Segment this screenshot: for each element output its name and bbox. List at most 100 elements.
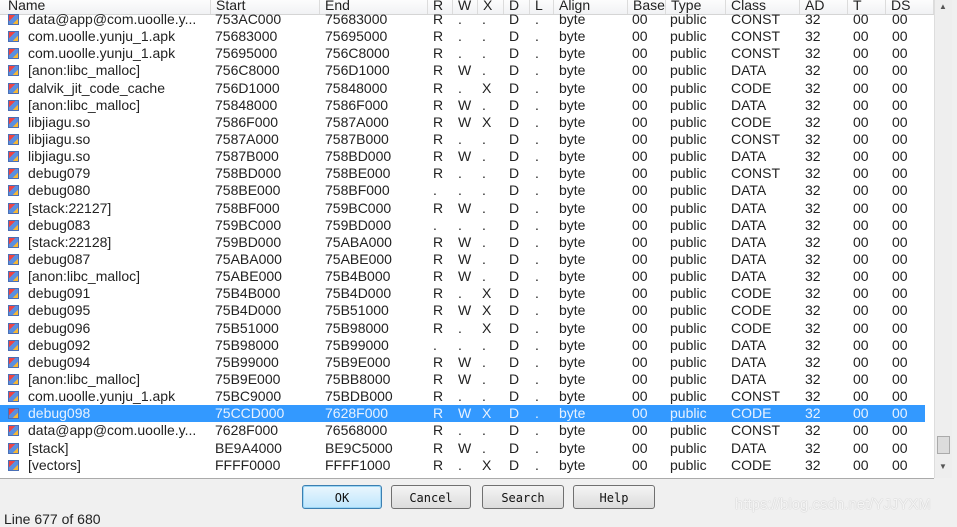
table-row[interactable]: [anon:libc_malloc] 75848000 7586F000 R W. D. b… (0, 97, 934, 114)
cell-x: . (482, 370, 486, 387)
scroll-down-icon[interactable]: ▼ (939, 462, 947, 471)
segment-icon (8, 48, 19, 60)
cell-ad: 32 (805, 233, 821, 250)
cell-d: D (509, 405, 520, 422)
cell-class: DATA (731, 370, 767, 387)
segment-icon (8, 99, 19, 111)
cell-t: 00 (853, 199, 869, 216)
cell-align: byte (559, 319, 586, 336)
cell-type: public (670, 182, 707, 199)
cancel-button[interactable]: Cancel (391, 485, 471, 509)
cell-name: libjiagu.so (28, 113, 91, 130)
cell-start: 75B9E000 (215, 370, 281, 387)
ok-button[interactable]: OK (302, 485, 382, 509)
cell-l: . (535, 199, 539, 216)
cell-ad: 32 (805, 199, 821, 216)
segments-list[interactable]: Name Start End R W X D L Align Base Type Class AD T DS… (0, 0, 934, 479)
cell-class: DATA (731, 148, 767, 165)
cell-w: . (458, 165, 462, 182)
cell-base: 00 (632, 96, 648, 113)
table-row[interactable]: data@app@com.uoolle.y... 753AC000 75683000… (0, 11, 934, 28)
cell-base: 00 (632, 45, 648, 62)
table-row[interactable]: com.uoolle.yunju_1.apk 75683000 75695000 R.… (0, 28, 934, 45)
cell-x: . (482, 233, 486, 250)
cell-t: 00 (853, 405, 869, 422)
segment-icon (8, 133, 19, 145)
cell-ad: 32 (805, 336, 821, 353)
cell-start: FFFF0000 (215, 456, 281, 473)
table-row[interactable]: debug098 75CCD000 7628F000 R W X D. byte 00 publi… (0, 405, 925, 423)
table-row[interactable]: debug095 75B4D000 75B51000 R W X D. byte 00 publi… (0, 302, 934, 319)
table-row[interactable]: [stack] BE9A4000 BE9C5000 R W. D. byte 00 public… (0, 440, 934, 457)
table-row[interactable]: [stack:22127] 758BF000 759BC000 R W. D. byte 00… (0, 200, 934, 217)
cell-ad: 32 (805, 285, 821, 302)
cell-name: debug083 (28, 216, 91, 233)
table-row[interactable]: debug087 75ABA000 75ABE000 R W. D. byte 00 publi… (0, 251, 934, 268)
cell-ds: 00 (892, 199, 908, 216)
segment-icon (8, 271, 19, 283)
vertical-scrollbar[interactable]: ▲ ▼ (934, 0, 952, 478)
table-row[interactable]: debug079 758BD000 758BE000 R.. D. byte 00 publi… (0, 165, 934, 182)
help-button[interactable]: Help (573, 485, 655, 509)
cell-class: CODE (731, 302, 772, 319)
table-row[interactable]: libjiagu.so 7587A000 7587B000 R.. D. byte 00 pu… (0, 131, 934, 148)
table-row[interactable]: [stack:22128] 759BD000 75ABA000 R W. D. byte 00… (0, 234, 934, 251)
cell-base: 00 (632, 405, 648, 422)
cell-d: D (509, 353, 520, 370)
cell-t: 00 (853, 370, 869, 387)
cell-ds: 00 (892, 233, 908, 250)
table-row[interactable]: debug080 758BE000 758BF000... D. byte 00 publi… (0, 182, 934, 199)
cell-base: 00 (632, 302, 648, 319)
cell-t: 00 (853, 148, 869, 165)
search-button[interactable]: Search (482, 485, 564, 509)
table-row[interactable]: libjiagu.so 7587B000 758BD000 R W. D. byte 00 pu… (0, 148, 934, 165)
scrollbar-thumb[interactable] (937, 436, 950, 454)
table-row[interactable]: debug094 75B99000 75B9E000 R W. D. byte 00 publi… (0, 354, 934, 371)
table-row[interactable]: debug083 759BC000 759BD000... D. byte 00 publi… (0, 217, 934, 234)
cell-ad: 32 (805, 28, 821, 45)
cell-align: byte (559, 148, 586, 165)
cell-d: D (509, 336, 520, 353)
cell-end: 758BE000 (325, 165, 391, 182)
table-row[interactable]: libjiagu.so 7586F000 7587A000 R W X D. byte 00 pu… (0, 114, 934, 131)
cell-start: 75848000 (215, 96, 278, 113)
cell-w: . (458, 28, 462, 45)
cell-ad: 32 (805, 268, 821, 285)
cell-name: debug091 (28, 285, 91, 302)
cell-end: 75B98000 (325, 319, 389, 336)
table-row[interactable]: [vectors] FFFF0000 FFFF1000 R. X D. byte 00 publ… (0, 457, 934, 474)
cell-ds: 00 (892, 11, 908, 27)
table-row[interactable]: [anon:libc_malloc] 756C8000 756D1000 R W. D. b… (0, 62, 934, 79)
cell-ad: 32 (805, 422, 821, 439)
table-row[interactable]: debug096 75B51000 75B98000 R. X D. byte 00 publi… (0, 320, 934, 337)
table-row[interactable]: dalvik_jit_code_cache 756D1000 75848000 R. X… (0, 80, 934, 97)
cell-ds: 00 (892, 353, 908, 370)
table-row[interactable]: data@app@com.uoolle.y... 7628F000 76568000… (0, 422, 934, 439)
table-row[interactable]: [anon:libc_malloc] 75ABE000 75B4B000 R W. D. b… (0, 268, 934, 285)
table-row[interactable]: com.uoolle.yunju_1.apk 75BC9000 75BDB000 R.… (0, 388, 934, 405)
cell-name: [stack:22128] (28, 233, 112, 250)
cell-end: 75B9E000 (325, 353, 391, 370)
cell-l: . (535, 250, 539, 267)
cell-name: debug080 (28, 182, 91, 199)
cell-l: . (535, 148, 539, 165)
cell-t: 00 (853, 11, 869, 27)
scroll-up-icon[interactable]: ▲ (939, 2, 947, 11)
cell-end: 75B4D000 (325, 285, 392, 302)
cell-class: CODE (731, 113, 772, 130)
cell-l: . (535, 96, 539, 113)
cell-ds: 00 (892, 148, 908, 165)
cell-w: W (458, 250, 472, 267)
cell-t: 00 (853, 302, 869, 319)
cell-x: . (482, 45, 486, 62)
cell-t: 00 (853, 388, 869, 405)
table-row[interactable]: [anon:libc_malloc] 75B9E000 75BB8000 R W. D. b… (0, 371, 934, 388)
cell-t: 00 (853, 28, 869, 45)
table-row[interactable]: debug091 75B4B000 75B4D000 R. X D. byte 00 publi… (0, 285, 934, 302)
table-row[interactable]: com.uoolle.yunju_1.apk 75695000 756C8000 R.… (0, 45, 934, 62)
cell-class: DATA (731, 233, 767, 250)
cell-base: 00 (632, 199, 648, 216)
cell-start: 7587A000 (215, 130, 279, 147)
cell-start: 75B51000 (215, 319, 279, 336)
table-row[interactable]: debug092 75B98000 75B99000... D. byte 00 publi… (0, 337, 934, 354)
